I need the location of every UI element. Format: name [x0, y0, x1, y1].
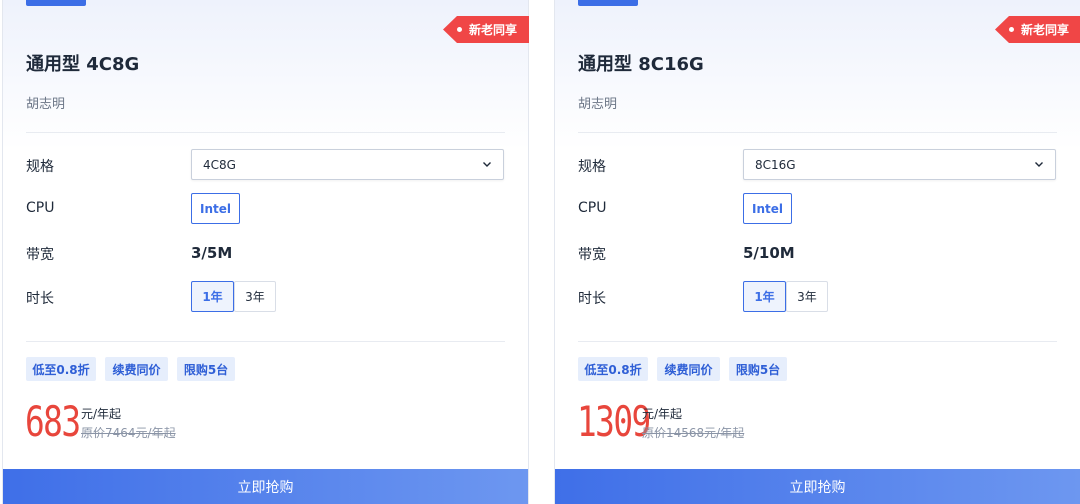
- bandwidth-label: 带宽: [578, 247, 606, 263]
- cpu-label: CPU: [578, 200, 607, 216]
- buy-now-button[interactable]: 立即抢购: [555, 469, 1080, 504]
- duration-option-1y[interactable]: 1年: [191, 281, 234, 312]
- promo-badge-label: 新老同享: [469, 23, 518, 37]
- promo-badge-label: 新老同享: [1021, 23, 1070, 37]
- price-unit: 元/年起: [81, 407, 122, 421]
- chevron-down-icon: [1035, 162, 1043, 167]
- tag-limit: 限购5台: [177, 357, 235, 381]
- bandwidth-value: 3/5M: [191, 244, 233, 262]
- promo-badge: 新老同享: [995, 16, 1080, 43]
- tag-renewal: 续费同价: [105, 357, 168, 381]
- duration-option-1y[interactable]: 1年: [743, 281, 786, 312]
- bandwidth-label: 带宽: [26, 247, 54, 263]
- promo-badge: 新老同享: [443, 16, 529, 43]
- tag-renewal: 续费同价: [657, 357, 720, 381]
- divider: [578, 132, 1057, 133]
- cpu-option-intel[interactable]: Intel: [743, 193, 792, 224]
- badge-dot-icon: [1009, 27, 1014, 32]
- duration-option-3y[interactable]: 3年: [234, 281, 276, 312]
- divider: [578, 341, 1057, 342]
- spec-label: 规格: [26, 159, 54, 175]
- product-card-4c8g: 新老同享 通用型 4C8G 胡志明 规格 4C8G CPU Intel 带宽 3…: [2, 0, 529, 504]
- original-price: 原价7464元/年起: [81, 426, 176, 440]
- cpu-option-intel[interactable]: Intel: [191, 193, 240, 224]
- tag-discount: 低至0.8折: [26, 357, 96, 381]
- original-price: 原价14568元/年起: [642, 426, 745, 440]
- card-owner: 胡志明: [26, 97, 66, 112]
- bandwidth-value: 5/10M: [743, 244, 795, 262]
- spec-select[interactable]: 8C16G: [743, 149, 1056, 180]
- card-title: 通用型 4C8G: [26, 54, 140, 75]
- duration-label: 时长: [26, 291, 54, 307]
- buy-now-button[interactable]: 立即抢购: [3, 469, 528, 504]
- price-value: 683: [25, 397, 81, 446]
- price-unit: 元/年起: [642, 407, 683, 421]
- divider: [26, 132, 505, 133]
- spec-select-value: 8C16G: [755, 157, 796, 172]
- duration-label: 时长: [578, 291, 606, 307]
- card-title: 通用型 8C16G: [578, 54, 704, 75]
- chevron-down-icon: [483, 162, 491, 167]
- tag-limit: 限购5台: [729, 357, 787, 381]
- card-top-accent: [578, 0, 638, 6]
- duration-option-3y[interactable]: 3年: [786, 281, 828, 312]
- divider: [26, 341, 505, 342]
- price-value: 1309: [577, 397, 651, 446]
- spec-select-value: 4C8G: [203, 157, 236, 172]
- spec-label: 规格: [578, 159, 606, 175]
- spec-select[interactable]: 4C8G: [191, 149, 504, 180]
- card-owner: 胡志明: [578, 97, 618, 112]
- card-top-accent: [26, 0, 86, 6]
- badge-dot-icon: [457, 27, 462, 32]
- tag-discount: 低至0.8折: [578, 357, 648, 381]
- product-card-8c16g: 新老同享 通用型 8C16G 胡志明 规格 8C16G CPU Intel 带宽…: [554, 0, 1080, 504]
- cpu-label: CPU: [26, 200, 55, 216]
